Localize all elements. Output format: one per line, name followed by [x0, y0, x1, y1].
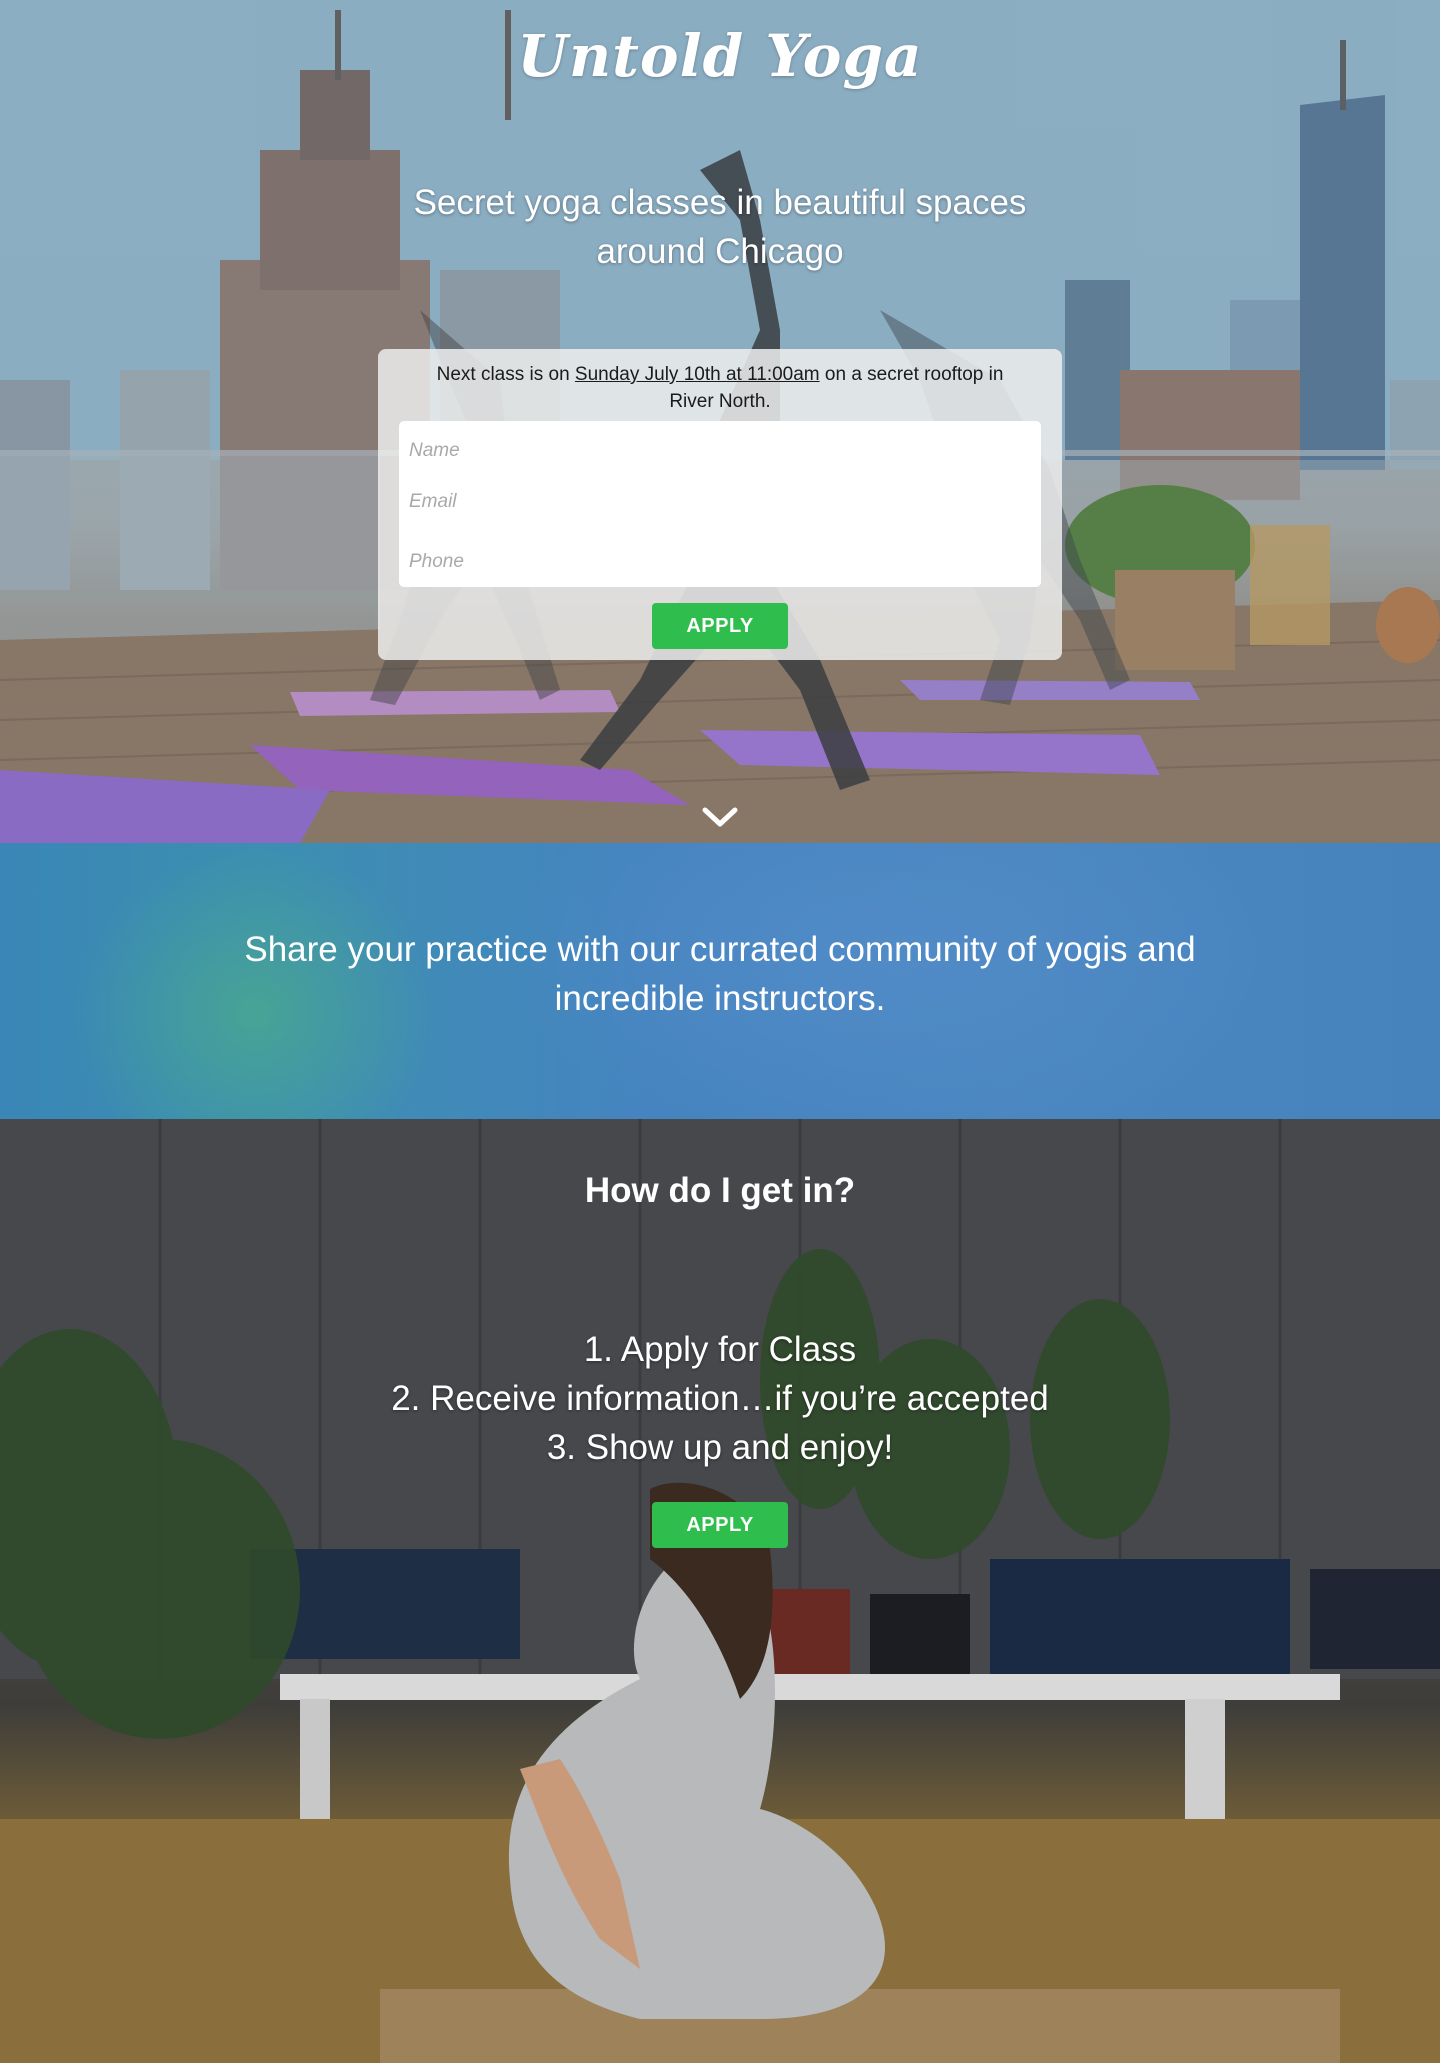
- how-title: How do I get in?: [584, 1171, 856, 1210]
- step-item: 3. Show up and enjoy!: [546, 1428, 894, 1467]
- apply-button[interactable]: APPLY: [652, 603, 788, 649]
- hero-section: Untold Yoga Secret yoga classes in beaut…: [0, 0, 1440, 843]
- step-item: 1. Apply for Class: [583, 1330, 857, 1369]
- brand-logo: Untold Yoga: [517, 22, 923, 90]
- next-class-note: Next class is on Sunday July 10th at 11:…: [418, 361, 1022, 415]
- next-class-prefix: Next class is on: [436, 364, 575, 385]
- community-section: Share your practice with our currated co…: [0, 843, 1440, 1119]
- apply-form-fields: [399, 421, 1041, 587]
- name-field[interactable]: [409, 431, 1029, 471]
- steps-list: 1. Apply for Class 2. Receive informatio…: [320, 1325, 1120, 1472]
- apply-button-secondary[interactable]: APPLY: [652, 1502, 788, 1548]
- hero-tagline: Secret yoga classes in beautiful spaces …: [413, 183, 1027, 271]
- step-item: 2. Receive information…if you’re accepte…: [391, 1379, 1049, 1418]
- how-background-image: [0, 1119, 1440, 2063]
- chevron-down-icon[interactable]: [701, 804, 739, 830]
- apply-form-card: Next class is on Sunday July 10th at 11:…: [378, 349, 1062, 660]
- phone-field[interactable]: [409, 542, 1029, 582]
- next-class-date-link[interactable]: Sunday July 10th at 11:00am: [575, 364, 820, 385]
- community-text: Share your practice with our currated co…: [244, 930, 1196, 1018]
- email-field[interactable]: [409, 482, 1029, 522]
- how-section: How do I get in? 1. Apply for Class 2. R…: [0, 1119, 1440, 2063]
